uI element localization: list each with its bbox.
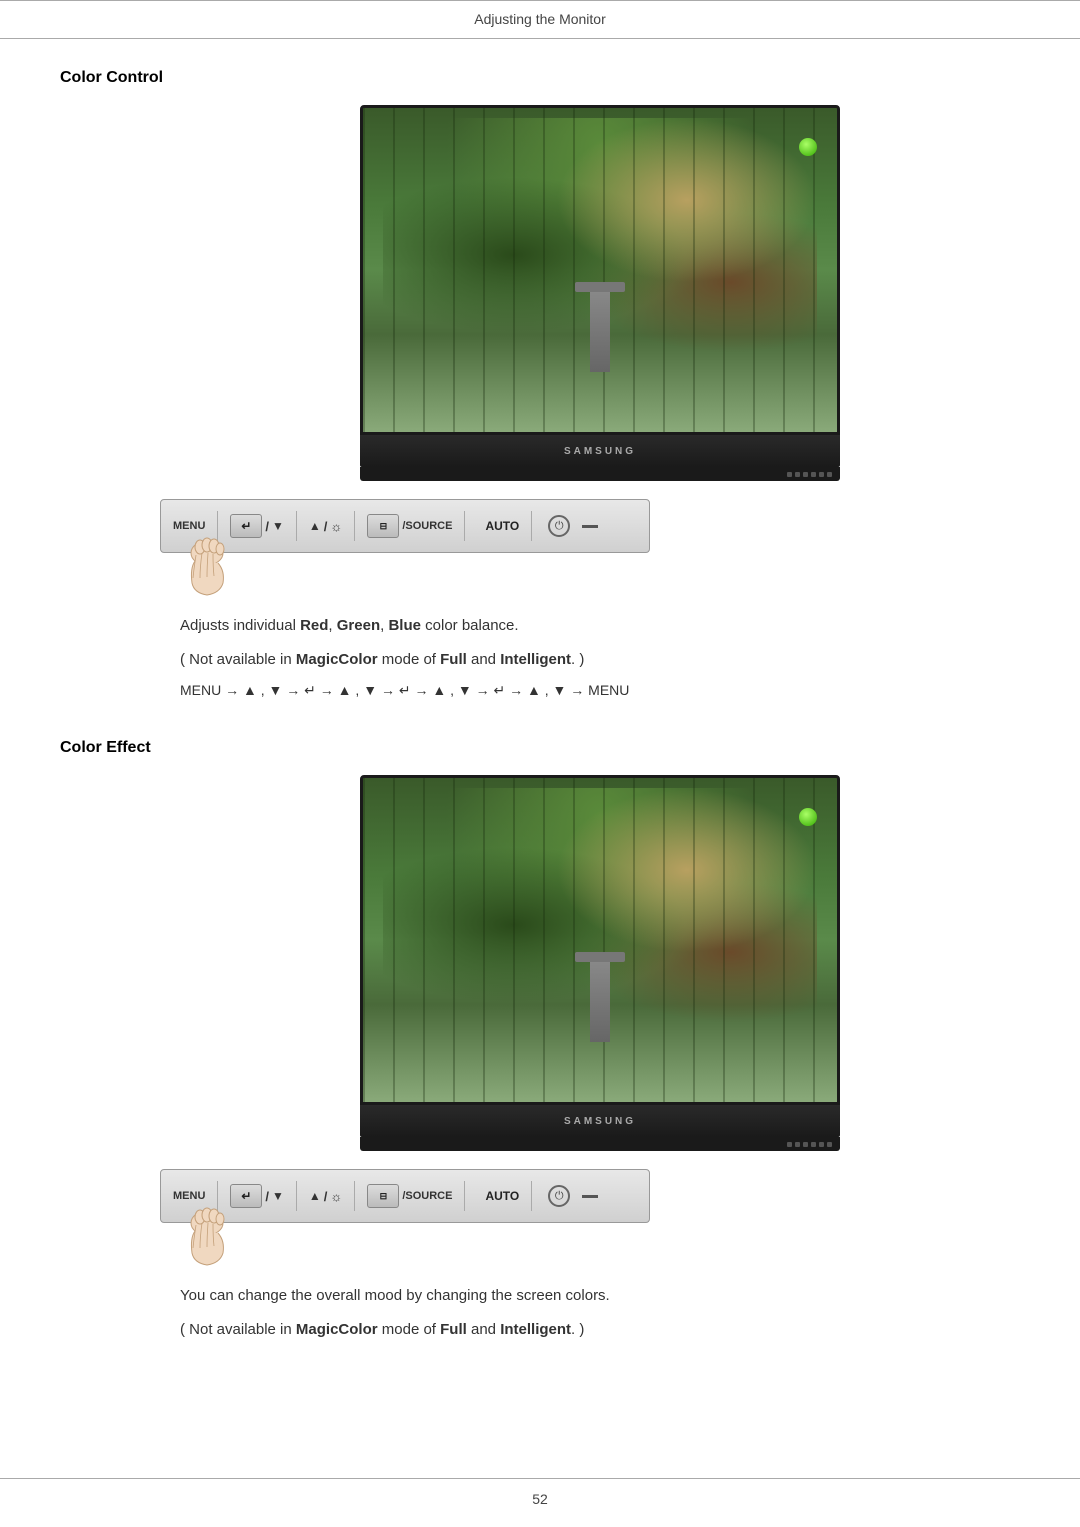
separator-4 (464, 511, 465, 541)
up-arrow-1: ▲ (309, 519, 321, 533)
ctrl-dot (811, 1142, 816, 1147)
return-down-button-1: ↵ / ▼ (230, 514, 284, 538)
scene-trees-1 (363, 108, 837, 432)
hand-icon-1 (180, 533, 235, 593)
monitor-image-2: SAMSUNG (180, 775, 1020, 1151)
green-ball-2 (799, 808, 817, 826)
source-label-1: /SOURCE (402, 520, 452, 532)
sun-icon-2: ☼ (330, 1189, 342, 1204)
menu-label-2: MENU (173, 1190, 205, 1202)
minus-button-1[interactable] (582, 525, 598, 528)
source-box-1: ⊟ (367, 514, 399, 538)
menu-button-1: MENU (173, 520, 205, 532)
ctrl-dot (795, 1142, 800, 1147)
separator-9 (464, 1181, 465, 1211)
separator-2 (296, 511, 297, 541)
menu-path-1: MENU → ▲ , ▼ → ↵ → ▲ , ▼ → ↵ → ▲ , ▼ → ↵… (180, 682, 1020, 699)
monitor-screen-2 (360, 775, 840, 1105)
content-area: Color Control SAMSUNG (0, 69, 1080, 1442)
separator-3 (354, 511, 355, 541)
color-effect-desc-2: ( Not available in MagicColor mode of Fu… (180, 1317, 1020, 1343)
ctrl-dot (803, 1142, 808, 1147)
pagoda-1 (590, 292, 610, 372)
sun-icon-1: ☼ (330, 519, 342, 534)
minus-button-2[interactable] (582, 1195, 598, 1198)
up-brightness-button-2: ▲ / ☼ (309, 1189, 342, 1204)
return-down-button-2: ↵ / ▼ (230, 1184, 284, 1208)
monitor-image-1: SAMSUNG (180, 105, 1020, 481)
button-bar-container-2: MENU ↵ / ▼ ▲ / ☼ ⊟ /SOURCE (160, 1169, 660, 1223)
down-arrow-2: ▼ (272, 1189, 284, 1203)
separator-7 (296, 1181, 297, 1211)
color-control-desc-2: ( Not available in MagicColor mode of Fu… (180, 647, 1020, 673)
ctrl-dot (803, 472, 808, 477)
hand-icon-2 (180, 1203, 235, 1263)
slash-1: / (265, 519, 269, 534)
color-control-desc: Adjusts individual Red, Green, Blue colo… (180, 613, 1020, 699)
ctrl-dot (787, 1142, 792, 1147)
separator-8 (354, 1181, 355, 1211)
power-button-1[interactable]: ⏻ (548, 515, 570, 537)
menu-button-2: MENU (173, 1190, 205, 1202)
header-title: Adjusting the Monitor (474, 11, 606, 27)
separator-10 (531, 1181, 532, 1211)
ctrl-dot (795, 472, 800, 477)
ctrl-dot (811, 472, 816, 477)
monitor-base-1: SAMSUNG (360, 435, 840, 467)
power-button-2[interactable]: ⏻ (548, 1185, 570, 1207)
color-effect-desc-1: You can change the overall mood by chang… (180, 1283, 1020, 1309)
source-box-2: ⊟ (367, 1184, 399, 1208)
return-box-2: ↵ (230, 1184, 262, 1208)
scene-background-2 (363, 778, 837, 1102)
return-box-1: ↵ (230, 514, 262, 538)
scene-background-1 (363, 108, 837, 432)
monitor-base-2: SAMSUNG (360, 1105, 840, 1137)
color-effect-desc: You can change the overall mood by chang… (180, 1283, 1020, 1342)
ctrl-dot (827, 472, 832, 477)
up-brightness-button-1: ▲ / ☼ (309, 519, 342, 534)
monitor-controls-2 (360, 1137, 840, 1151)
color-effect-section: Color Effect SAMSUNG (60, 739, 1020, 1342)
source-button-1: ⊟ /SOURCE (367, 514, 452, 538)
down-arrow-1: ▼ (272, 519, 284, 533)
color-control-title: Color Control (60, 69, 1020, 87)
monitor-screen-1 (360, 105, 840, 435)
up-arrow-2: ▲ (309, 1189, 321, 1203)
ctrl-dot (827, 1142, 832, 1147)
green-ball-1 (799, 138, 817, 156)
ctrl-dot (819, 472, 824, 477)
samsung-logo-1: SAMSUNG (564, 446, 636, 457)
button-bar-container-1: MENU ↵ / ▼ ▲ / ☼ ⊟ /SOURCE (160, 499, 660, 553)
page-header: Adjusting the Monitor (0, 0, 1080, 39)
page-number: 52 (532, 1491, 548, 1507)
scene-trees-2 (363, 778, 837, 1102)
color-control-section: Color Control SAMSUNG (60, 69, 1020, 699)
slash-2: / (324, 519, 328, 534)
slash-4: / (324, 1189, 328, 1204)
auto-label-2: AUTO (485, 1189, 519, 1203)
ctrl-dot (787, 472, 792, 477)
ctrl-dot (819, 1142, 824, 1147)
color-control-desc-1: Adjusts individual Red, Green, Blue colo… (180, 613, 1020, 639)
slash-3: / (265, 1189, 269, 1204)
auto-label-1: AUTO (485, 519, 519, 533)
color-effect-title: Color Effect (60, 739, 1020, 757)
monitor-controls-1 (360, 467, 840, 481)
samsung-logo-2: SAMSUNG (564, 1116, 636, 1127)
source-label-2: /SOURCE (402, 1190, 452, 1202)
separator-5 (531, 511, 532, 541)
source-button-2: ⊟ /SOURCE (367, 1184, 452, 1208)
page-footer: 52 (0, 1478, 1080, 1507)
pagoda-2 (590, 962, 610, 1042)
menu-label-1: MENU (173, 520, 205, 532)
